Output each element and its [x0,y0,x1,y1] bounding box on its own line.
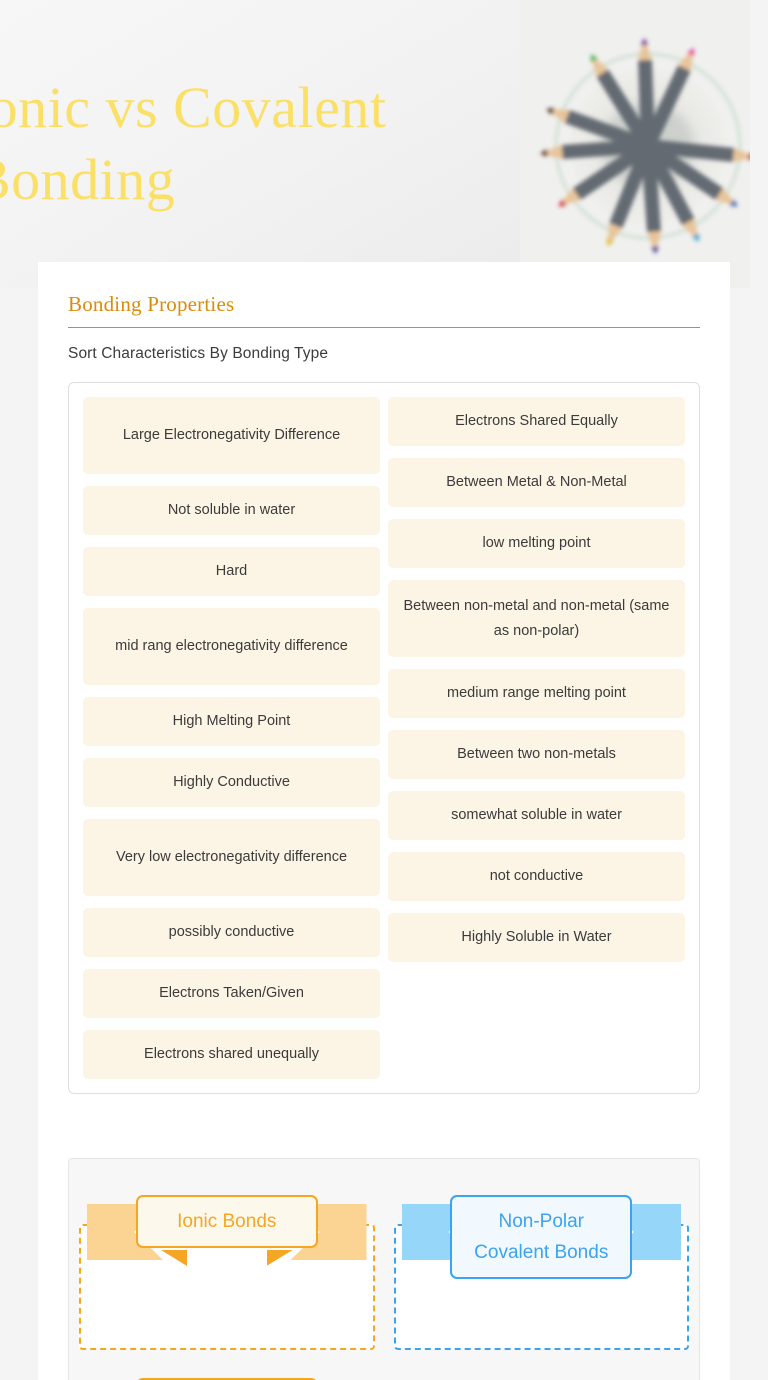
characteristic-tile[interactable]: somewhat soluble in water [388,791,685,840]
page-title: ionic vs Covalent Bonding [0,75,387,212]
colored-pencils-photo [520,0,750,288]
characteristic-tile[interactable]: Between two non-metals [388,730,685,779]
characteristic-tile[interactable]: mid rang electronegativity difference [83,608,380,685]
characteristic-tile[interactable]: low melting point [388,519,685,568]
characteristic-tile[interactable]: Large Electronegativity Difference [83,397,380,474]
characteristic-tile[interactable]: Between non-metal and non-metal (same as… [388,580,685,657]
characteristic-tile[interactable]: Electrons Shared Equally [388,397,685,446]
worksheet-page: ionic vs Covalent Bonding Bonding Proper… [0,0,768,1380]
characteristic-tile[interactable]: High Melting Point [83,697,380,746]
characteristic-tile[interactable]: Highly Soluble in Water [388,913,685,962]
characteristic-tile[interactable]: Highly Conductive [83,758,380,807]
characteristic-tile[interactable]: Electrons shared unequally [83,1030,380,1079]
characteristic-tile[interactable]: medium range melting point [388,669,685,718]
section-title: Bonding Properties [68,292,235,316]
hero-header: ionic vs Covalent Bonding [0,0,750,288]
drop-zone-panel: Ionic Bonds Non-Polar Covalent Bonds [68,1158,700,1380]
drop-zone-ionic-bonds[interactable]: Ionic Bonds [79,1195,375,1350]
drop-zone-nonpolar-covalent-bonds[interactable]: Non-Polar Covalent Bonds [393,1195,689,1350]
characteristics-tile-board: Large Electronegativity Difference Not so… [68,382,700,1094]
tile-column-left: Large Electronegativity Difference Not so… [83,397,380,1079]
instructions-text: Sort Characteristics By Bonding Type [68,345,329,362]
drop-zone-row-1: Ionic Bonds Non-Polar Covalent Bonds [79,1195,689,1350]
characteristic-tile[interactable]: Electrons Taken/Given [83,969,380,1018]
characteristic-tile[interactable]: Between Metal & Non-Metal [388,458,685,507]
characteristic-tile[interactable]: Very low electronegativity difference [83,819,380,896]
tile-column-right: Electrons Shared Equally Between Metal & … [388,397,685,1079]
characteristic-tile[interactable]: possibly conductive [83,908,380,957]
drop-area-nonpolar-covalent[interactable] [393,1224,689,1350]
drop-area-ionic-bonds[interactable] [79,1224,375,1350]
characteristic-tile[interactable]: not conductive [388,852,685,901]
characteristic-tile[interactable]: Hard [83,547,380,596]
title-divider [68,327,700,328]
characteristic-tile[interactable]: Not soluble in water [83,486,380,535]
